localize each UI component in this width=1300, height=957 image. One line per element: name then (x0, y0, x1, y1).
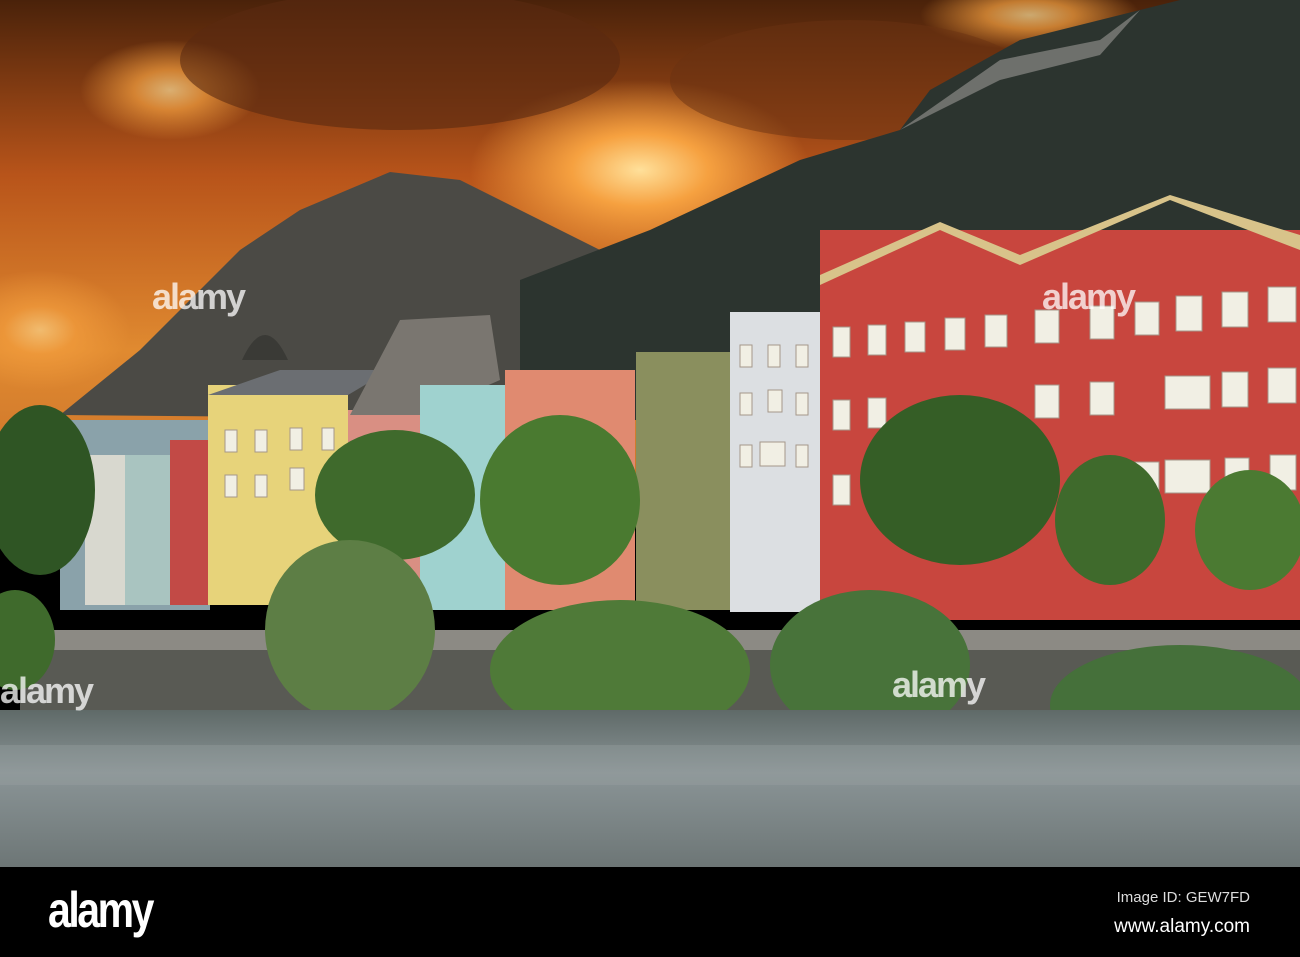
photo: alamy alamy alamy alamy (0, 0, 1300, 867)
watermark: alamy (152, 276, 246, 317)
website-link[interactable]: www.alamy.com (1114, 916, 1250, 938)
watermark: alamy (1042, 276, 1136, 317)
footer-bar: alamy Image ID: GEW7FD www.alamy.com (0, 867, 1300, 957)
watermark: alamy (892, 664, 986, 705)
river (0, 710, 1300, 867)
alamy-logo: alamy (48, 882, 154, 938)
image-id: Image ID: GEW7FD (1116, 889, 1250, 906)
watermark: alamy (0, 670, 94, 711)
